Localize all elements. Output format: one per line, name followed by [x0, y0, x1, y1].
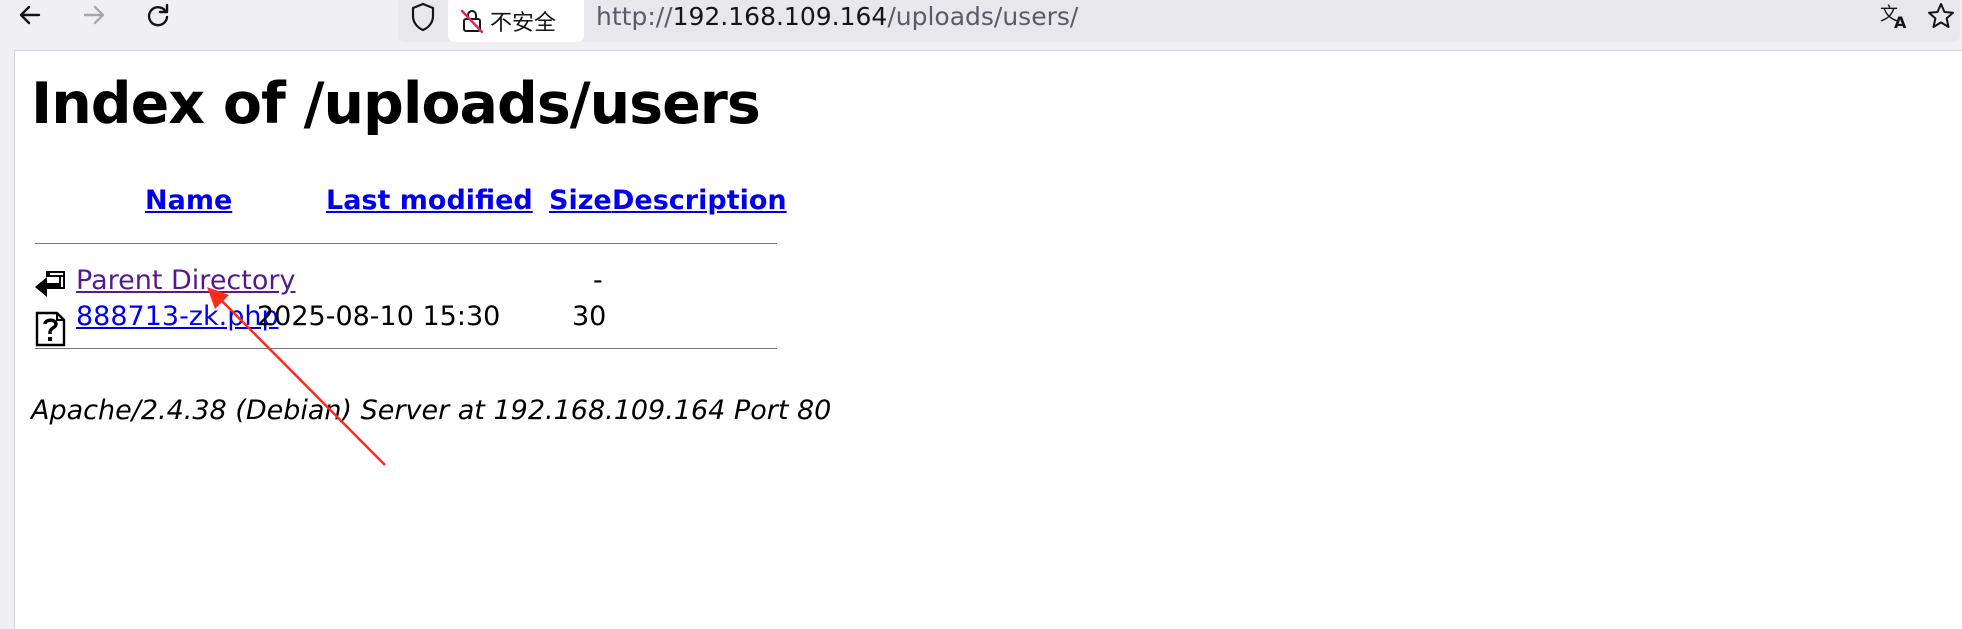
annotation-arrow [207, 287, 386, 466]
reload-icon [147, 3, 169, 27]
footer-divider [35, 348, 777, 349]
url-host: 192.168.109.164 [672, 2, 888, 31]
page-content: Index of /uploads/users Name Last modifi… [14, 50, 1962, 629]
url-scheme: http:// [596, 2, 673, 31]
column-header-last-modified[interactable]: Last modified [326, 185, 533, 216]
forward-button[interactable] [74, 0, 114, 30]
shield-icon[interactable] [406, 0, 440, 34]
server-signature: Apache/2.4.38 (Debian) Server at 192.168… [31, 395, 832, 426]
back-button[interactable] [10, 0, 50, 30]
column-header-name[interactable]: Name [145, 185, 232, 216]
reload-button[interactable] [138, 0, 178, 30]
bookmark-star-icon[interactable] [1924, 0, 1958, 32]
insecure-lock-icon [460, 9, 484, 34]
unknown-file-icon [35, 311, 66, 347]
back-icon [35, 271, 65, 297]
row-size: 30 [572, 301, 607, 332]
row-size: - [593, 265, 603, 296]
header-divider [35, 243, 777, 244]
translate-icon[interactable]: 文 A [1878, 0, 1912, 32]
security-indicator[interactable]: 不安全 [448, 0, 584, 42]
back-arrow-icon [19, 5, 41, 25]
svg-text:A: A [1894, 13, 1907, 32]
url-path: /uploads/users/ [887, 2, 1079, 31]
url-text[interactable]: http://192.168.109.164/uploads/users/ [596, 0, 1078, 34]
column-header-description[interactable]: Description [612, 185, 787, 216]
browser-toolbar: 不安全 http://192.168.109.164/uploads/users… [0, 0, 1962, 50]
forward-arrow-icon [83, 5, 105, 25]
address-bar[interactable]: 不安全 http://192.168.109.164/uploads/users… [398, 0, 1960, 42]
column-header-size[interactable]: Size [549, 185, 612, 216]
security-label: 不安全 [490, 11, 557, 36]
parent-directory-link[interactable]: Parent Directory [76, 265, 295, 296]
file-link[interactable]: 888713-zk.php [76, 301, 279, 332]
page-title: Index of /uploads/users [31, 71, 761, 137]
row-last-modified: 2025-08-10 15:30 [257, 301, 501, 332]
